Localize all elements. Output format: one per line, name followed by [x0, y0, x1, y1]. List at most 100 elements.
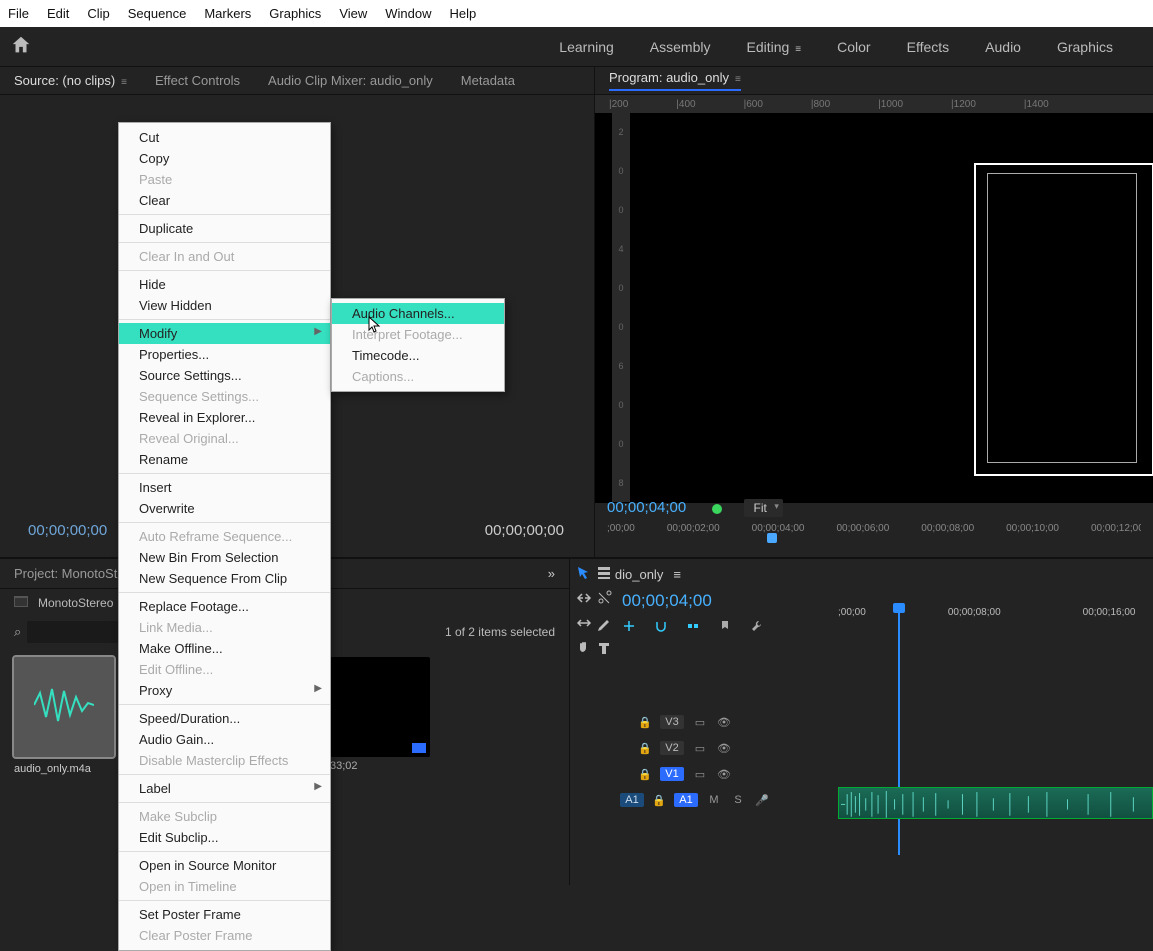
pen-tool-icon[interactable] — [596, 615, 612, 634]
lock-icon[interactable]: 🔒 — [652, 794, 666, 807]
mute-button[interactable]: M — [706, 794, 722, 806]
menu-item[interactable]: Edit Subclip... — [119, 827, 330, 848]
menu-item[interactable]: Hide — [119, 274, 330, 295]
tab-metadata[interactable]: Metadata — [461, 73, 515, 88]
menu-edit[interactable]: Edit — [47, 6, 69, 21]
panel-menu-icon[interactable]: ≡ — [673, 567, 681, 582]
lock-icon[interactable]: 🔒 — [638, 742, 652, 755]
track-row-v3[interactable]: 🔒 V3 ▭ 👁 — [620, 709, 1153, 735]
eye-icon[interactable]: 👁 — [716, 742, 732, 755]
workspace-audio[interactable]: Audio — [985, 39, 1021, 55]
menu-item[interactable]: Label▶ — [119, 778, 330, 799]
menu-item[interactable]: Cut — [119, 127, 330, 148]
source-timecode-in[interactable]: 00;00;00;00 — [28, 522, 107, 539]
menu-item[interactable]: Modify▶ — [119, 323, 330, 344]
menu-window[interactable]: Window — [385, 6, 431, 21]
track-label[interactable]: A1 — [674, 793, 698, 807]
solo-button[interactable]: S — [730, 794, 746, 806]
track-label[interactable]: V1 — [660, 767, 684, 781]
workspace-editing[interactable]: Editing≡ — [746, 39, 801, 55]
slip-tool-icon[interactable] — [576, 615, 592, 634]
program-viewer[interactable] — [595, 113, 1153, 503]
menu-item[interactable]: Rename — [119, 449, 330, 470]
toggle-output-icon[interactable]: ▭ — [692, 768, 708, 781]
menu-item[interactable]: Make Offline... — [119, 638, 330, 659]
menu-item[interactable]: Reveal in Explorer... — [119, 407, 330, 428]
zoom-select[interactable]: Fit — [744, 499, 783, 517]
lock-icon[interactable]: 🔒 — [638, 716, 652, 729]
menu-item[interactable]: Timecode... — [332, 345, 504, 366]
menu-item: Sequence Settings... — [119, 386, 330, 407]
eye-icon[interactable]: 👁 — [716, 768, 732, 781]
menu-item[interactable]: Overwrite — [119, 498, 330, 519]
workspace-learning[interactable]: Learning — [559, 39, 614, 55]
workspace-menu-icon[interactable]: ≡ — [795, 44, 801, 55]
insert-mode-icon[interactable] — [622, 619, 636, 636]
voice-record-icon[interactable]: 🎤 — [754, 794, 770, 807]
menu-clip[interactable]: Clip — [87, 6, 109, 21]
panel-menu-icon[interactable]: ≡ — [121, 77, 127, 88]
menu-sequence[interactable]: Sequence — [128, 6, 187, 21]
menu-item[interactable]: Proxy▶ — [119, 680, 330, 701]
workspace-effects[interactable]: Effects — [907, 39, 950, 55]
source-patch[interactable]: A1 — [620, 793, 644, 807]
marker-icon[interactable] — [718, 619, 732, 636]
menu-markers[interactable]: Markers — [204, 6, 251, 21]
linked-selection-icon[interactable] — [686, 619, 700, 636]
menu-item[interactable]: New Bin From Selection — [119, 547, 330, 568]
bin-path[interactable]: MonotoStereo — [38, 596, 113, 610]
tab-program[interactable]: Program: audio_only≡ — [609, 70, 741, 91]
clip-item[interactable]: 33;02 — [330, 657, 430, 775]
workspace-color[interactable]: Color — [837, 39, 870, 55]
toggle-output-icon[interactable]: ▭ — [692, 742, 708, 755]
hand-tool-icon[interactable] — [576, 640, 592, 659]
audio-clip[interactable] — [838, 787, 1153, 819]
menu-item[interactable]: Clear — [119, 190, 330, 211]
track-row-v2[interactable]: 🔒 V2 ▭ 👁 — [620, 735, 1153, 761]
menu-item[interactable]: Set Poster Frame — [119, 904, 330, 925]
menu-graphics[interactable]: Graphics — [269, 6, 321, 21]
workspace-assembly[interactable]: Assembly — [650, 39, 711, 55]
type-tool-icon[interactable] — [596, 640, 612, 659]
menu-item[interactable]: Replace Footage... — [119, 596, 330, 617]
toggle-output-icon[interactable]: ▭ — [692, 716, 708, 729]
menu-view[interactable]: View — [339, 6, 367, 21]
tab-effect-controls[interactable]: Effect Controls — [155, 73, 240, 88]
menu-item[interactable]: Source Settings... — [119, 365, 330, 386]
razor-tool-icon[interactable] — [596, 590, 612, 609]
menu-item[interactable]: Properties... — [119, 344, 330, 365]
selection-tool-icon[interactable] — [576, 565, 592, 584]
menu-item[interactable]: Audio Channels... — [332, 303, 504, 324]
audio-waveform-icon — [34, 685, 94, 725]
menu-item[interactable]: Speed/Duration... — [119, 708, 330, 729]
wrench-icon[interactable] — [750, 619, 764, 636]
track-label[interactable]: V2 — [660, 741, 684, 755]
eye-icon[interactable]: 👁 — [716, 716, 732, 729]
bin-icon[interactable] — [14, 596, 28, 610]
menu-item[interactable]: New Sequence From Clip — [119, 568, 330, 589]
menu-help[interactable]: Help — [450, 6, 477, 21]
menu-item[interactable]: Duplicate — [119, 218, 330, 239]
workspace-graphics[interactable]: Graphics — [1057, 39, 1113, 55]
tab-source[interactable]: Source: (no clips)≡ — [14, 73, 127, 88]
program-timeline-ruler[interactable]: ;00;0000;00;02;0000;00;04;0000;00;06;000… — [607, 523, 1141, 534]
timeline-ruler[interactable]: ;00;0000;00;08;0000;00;16;00 — [838, 607, 1135, 618]
menu-item[interactable]: View Hidden — [119, 295, 330, 316]
track-row-v1[interactable]: 🔒 V1 ▭ 👁 — [620, 761, 1153, 787]
track-select-tool-icon[interactable] — [596, 565, 612, 584]
home-icon[interactable] — [10, 34, 32, 59]
menu-item[interactable]: Audio Gain... — [119, 729, 330, 750]
panel-menu-icon[interactable]: ≡ — [735, 74, 741, 85]
program-playhead-icon[interactable] — [767, 533, 777, 543]
snap-icon[interactable] — [654, 619, 668, 636]
clip-item[interactable]: audio_only.m4a — [14, 657, 114, 775]
ripple-edit-tool-icon[interactable] — [576, 590, 592, 609]
menu-item[interactable]: Copy — [119, 148, 330, 169]
menu-item[interactable]: Open in Source Monitor — [119, 855, 330, 876]
menu-file[interactable]: File — [8, 6, 29, 21]
panel-overflow-icon[interactable]: » — [548, 566, 555, 581]
tab-audio-mixer[interactable]: Audio Clip Mixer: audio_only — [268, 73, 433, 88]
lock-icon[interactable]: 🔒 — [638, 768, 652, 781]
menu-item[interactable]: Insert — [119, 477, 330, 498]
track-label[interactable]: V3 — [660, 715, 684, 729]
